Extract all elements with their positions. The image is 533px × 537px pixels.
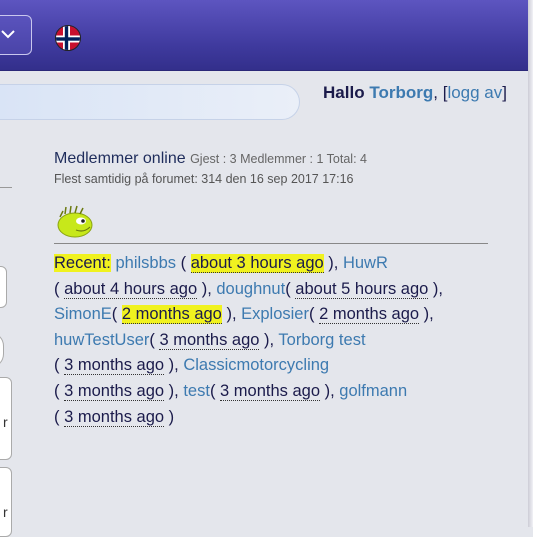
recent-separator: [54, 243, 488, 244]
left-checkbox-panel-1[interactable]: r: [0, 377, 12, 460]
record-online-text: Flest samtidig på forumet: 314 den 16 se…: [54, 172, 354, 186]
recent-user-link[interactable]: SimonE: [54, 305, 112, 323]
members-online-title: Medlemmer online: [54, 150, 186, 167]
members-online-stats: Gjest : 3 Medlemmer : 1 Total: 4: [190, 152, 367, 166]
recent-user-link[interactable]: Torborg test: [278, 331, 365, 349]
paren-close: ),: [320, 381, 340, 400]
paren-open: (: [54, 279, 65, 298]
stub-text-2: r: [3, 504, 8, 520]
paren-open: (: [54, 381, 65, 400]
recent-user-time: 3 months ago: [220, 381, 321, 401]
paren-close: ),: [419, 305, 434, 324]
paren-close: ),: [164, 356, 184, 375]
greeting-hello: Hallo: [323, 83, 365, 102]
recent-user-time: 3 months ago: [64, 381, 165, 401]
recent-user-link[interactable]: Explosier: [241, 305, 309, 323]
username-link[interactable]: Torborg: [369, 83, 433, 102]
recent-user-link[interactable]: golfmann: [339, 382, 407, 400]
paren-close: ),: [164, 381, 184, 400]
recent-user-time: 2 months ago: [121, 305, 222, 325]
recent-user-time: 3 months ago: [159, 330, 260, 350]
logout-close-bracket: ]: [502, 83, 507, 102]
chevron-down-icon: [1, 30, 15, 39]
logout-link[interactable]: logg av: [447, 83, 502, 102]
left-button-stub[interactable]: [0, 332, 4, 368]
recent-user-time: about 3 hours ago: [190, 254, 324, 273]
search-bar-band[interactable]: [0, 84, 300, 120]
paren-close: ),: [428, 279, 443, 298]
paren-open: (: [54, 407, 65, 426]
stub-text-1: r: [3, 414, 8, 430]
recent-user-link[interactable]: huwTestUser: [54, 331, 149, 349]
recent-user-link[interactable]: doughnut: [216, 280, 285, 298]
paren-open: (: [285, 279, 296, 298]
page-edge-shadow: [528, 0, 533, 527]
paren-close: ),: [259, 330, 279, 349]
greeting-comma: ,: [433, 83, 438, 102]
paren-open: (: [209, 381, 221, 400]
recent-user-time: about 5 hours ago: [295, 279, 429, 299]
recent-user-link[interactable]: Classicmotorcycling: [183, 356, 329, 374]
paren-close: ): [164, 407, 175, 426]
paren-open: (: [176, 254, 191, 272]
paren-open: (: [308, 305, 320, 324]
paren-close: ),: [323, 254, 343, 272]
recent-user-link[interactable]: philsbbs: [115, 254, 176, 272]
paren-close: ),: [197, 279, 217, 298]
members-online-panel: Medlemmer online Gjest : 3 Medlemmer : 1…: [54, 150, 494, 186]
user-greeting: Hallo Torborg, [logg av]: [323, 83, 507, 103]
recent-user-link[interactable]: test: [183, 382, 210, 400]
paren-open: (: [149, 330, 160, 349]
recent-user-link[interactable]: HuwR: [343, 254, 388, 272]
recent-user-time: 3 months ago: [64, 407, 165, 427]
recent-user-time: 3 months ago: [64, 356, 165, 376]
recent-user-time: about 4 hours ago: [64, 279, 198, 299]
paren-close: ),: [221, 305, 242, 324]
recent-users-list: Recent: philsbbs ( about 3 hours ago ), …: [54, 251, 494, 430]
paren-open: (: [111, 305, 122, 324]
online-avatar-icon: [54, 205, 96, 244]
menu-dropdown-button[interactable]: [0, 15, 32, 55]
left-input-stub[interactable]: [0, 266, 7, 308]
top-navigation-bar: [0, 0, 528, 71]
paren-open: (: [54, 356, 65, 375]
norway-flag-icon[interactable]: [55, 25, 81, 51]
recent-label: Recent:: [54, 254, 111, 272]
left-divider: [0, 187, 12, 188]
recent-user-time: 2 months ago: [319, 305, 420, 325]
